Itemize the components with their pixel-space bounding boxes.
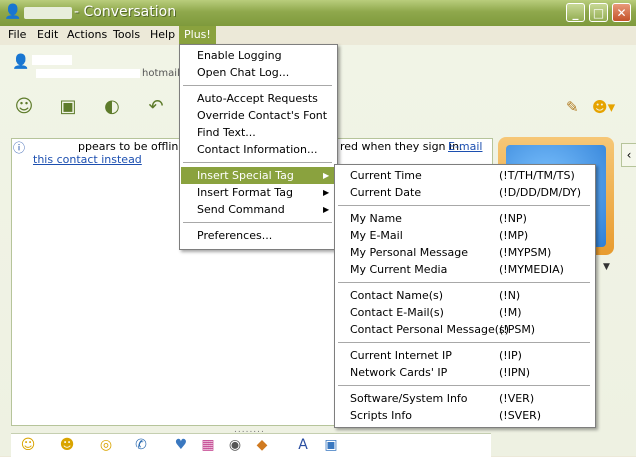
tag-my-name[interactable]: My Name: [350, 210, 402, 227]
menu-override-font[interactable]: Override Contact's Font: [197, 107, 327, 124]
tag-code: (!NP): [499, 212, 527, 225]
menu-plus[interactable]: Plus!: [179, 26, 216, 44]
wink-icon[interactable]: ☻: [56, 436, 78, 454]
tag-network-cards-ip[interactable]: Network Cards' IP: [350, 364, 447, 381]
tag-code: (!MYMEDIA): [499, 263, 564, 276]
tag-code: (!M): [499, 306, 522, 319]
emoticon-menu-icon[interactable]: ☻▾: [592, 98, 615, 116]
tag-contact-names[interactable]: Contact Name(s): [350, 287, 443, 304]
backgrounds-icon[interactable]: ▦: [197, 436, 219, 454]
info-icon: ⓘ: [13, 141, 26, 155]
tag-code: (!T/TH/TM/TS): [499, 169, 575, 182]
tag-code: (!MP): [499, 229, 529, 242]
submenu-arrow-icon: ▶: [323, 205, 330, 214]
emoticon-icon[interactable]: ☺: [17, 436, 39, 454]
submenu-arrow-icon: ▶: [323, 188, 330, 197]
menu-send-command[interactable]: Send Command: [197, 201, 285, 218]
tag-my-personal-message[interactable]: My Personal Message: [350, 244, 468, 261]
menu-open-chat-log[interactable]: Open Chat Log...: [197, 64, 289, 81]
menu-file[interactable]: File: [3, 26, 31, 44]
menu-actions[interactable]: Actions: [62, 26, 112, 44]
tag-code: (!VER): [499, 392, 535, 405]
menu-separator: [183, 85, 332, 86]
tag-code: (!D/DD/DM/DY): [499, 186, 582, 199]
nudge-icon[interactable]: ◎: [95, 436, 117, 454]
tag-current-time[interactable]: Current Time: [350, 167, 422, 184]
contact-status-icon: 👤: [12, 54, 30, 70]
menu-contact-info[interactable]: Contact Information...: [197, 141, 317, 158]
menu-separator: [338, 282, 590, 283]
redacted-contact-name: [24, 7, 72, 19]
offline-notice-part1: ppears to be offline.: [78, 140, 189, 153]
send-files-icon[interactable]: ▣: [56, 95, 80, 119]
activities-icon[interactable]: ◆: [251, 436, 273, 454]
chevron-down-icon[interactable]: ▼: [603, 262, 610, 272]
email-contact-link-cont[interactable]: this contact instead: [33, 153, 142, 166]
redacted-contact-email: [36, 69, 140, 78]
menu-separator: [338, 342, 590, 343]
invite-contact-icon[interactable]: ☺: [12, 95, 36, 119]
collapse-panel-icon[interactable]: ‹: [621, 143, 636, 167]
menu-enable-logging[interactable]: Enable Logging: [197, 47, 282, 64]
tag-current-date[interactable]: Current Date: [350, 184, 421, 201]
voice-clip-icon[interactable]: ✆: [130, 436, 152, 454]
menu-separator: [183, 222, 332, 223]
menu-separator: [183, 162, 332, 163]
contact-email-domain: hotmail: [142, 68, 180, 79]
tag-current-internet-ip[interactable]: Current Internet IP: [350, 347, 452, 364]
menu-insert-format-tag[interactable]: Insert Format Tag: [197, 184, 293, 201]
messenger-buddy-icon: 👤: [4, 4, 22, 20]
tag-contact-emails[interactable]: Contact E-Mail(s): [350, 304, 444, 321]
tag-code: (!PSM): [499, 323, 536, 336]
offline-notice-part2: red when they sign in.: [340, 140, 463, 153]
menu-auto-accept[interactable]: Auto-Accept Requests: [197, 90, 318, 107]
tag-code: (!N): [499, 289, 521, 302]
close-button[interactable]: ✕: [612, 3, 631, 22]
call-icon[interactable]: ↶: [144, 95, 168, 119]
window-title: - Conversation: [74, 4, 177, 20]
color-icon[interactable]: ▣: [320, 436, 342, 454]
tag-scripts-info[interactable]: Scripts Info: [350, 407, 412, 424]
tag-code: (!IPN): [499, 366, 531, 379]
menu-find-text[interactable]: Find Text...: [197, 124, 256, 141]
menu-edit[interactable]: Edit: [32, 26, 63, 44]
tag-my-email[interactable]: My E-Mail: [350, 227, 403, 244]
voice-icon[interactable]: ◐: [100, 95, 124, 119]
font-icon[interactable]: A: [292, 436, 314, 454]
minimize-button[interactable]: _: [566, 3, 585, 22]
redacted-contact-name: [32, 55, 72, 65]
menu-preferences[interactable]: Preferences...: [197, 227, 272, 244]
tag-code: (!MYPSM): [499, 246, 552, 259]
maximize-button[interactable]: □: [589, 3, 608, 22]
winks-icon[interactable]: ♥: [170, 436, 192, 454]
games-icon[interactable]: ◉: [224, 436, 246, 454]
menu-insert-special-tag[interactable]: Insert Special Tag: [181, 167, 334, 184]
menu-separator: [338, 205, 590, 206]
menu-help[interactable]: Help: [145, 26, 180, 44]
submenu-arrow-icon: ▶: [323, 171, 330, 180]
brush-icon[interactable]: ✎: [566, 98, 579, 116]
tag-software-system-info[interactable]: Software/System Info: [350, 390, 468, 407]
tag-my-current-media[interactable]: My Current Media: [350, 261, 447, 278]
tag-contact-personal-message[interactable]: Contact Personal Message(s): [350, 321, 509, 338]
email-contact-link[interactable]: E-mail: [448, 140, 483, 153]
tag-code: (!IP): [499, 349, 522, 362]
menu-tools[interactable]: Tools: [108, 26, 145, 44]
tag-code: (!SVER): [499, 409, 542, 422]
menu-separator: [338, 385, 590, 386]
